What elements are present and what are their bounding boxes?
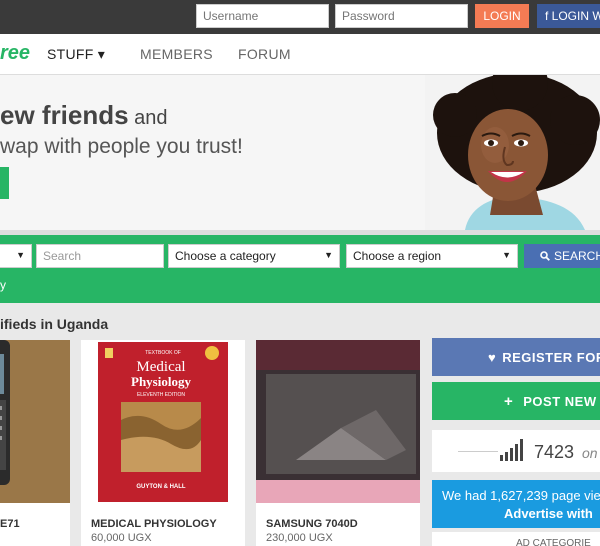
heart-icon: ♥ xyxy=(488,349,497,365)
hero-subline: wap with people you trust! xyxy=(0,135,243,158)
listing-price: 230,000 UGX xyxy=(266,532,333,544)
listing-card[interactable]: TEXTBOOK OF Medical Physiology ELEVENTH … xyxy=(81,340,245,546)
top-login-bar: LOGIN f LOGIN W xyxy=(0,0,600,34)
stats-suffix: on xyxy=(582,445,598,461)
hero-headline-bold: ew friends xyxy=(0,100,129,130)
register-button-label: REGISTER FOR xyxy=(502,349,600,365)
plus-icon: + xyxy=(504,392,514,410)
ad-categories-header: AD CATEGORIE xyxy=(432,532,600,546)
category-select-label: Choose a category xyxy=(175,249,276,263)
chevron-down-icon: ▼ xyxy=(324,250,333,260)
divider xyxy=(458,451,498,452)
password-input[interactable] xyxy=(335,4,468,28)
search-button[interactable]: SEARCH xyxy=(524,244,600,268)
chevron-down-icon: ▼ xyxy=(16,250,25,260)
listing-card[interactable]: SAMSUNG 7040D 230,000 UGX xyxy=(256,340,420,546)
listing-title[interactable]: E71 xyxy=(0,518,20,530)
online-stats-panel: 7423 on xyxy=(432,430,600,472)
book-authors: GUYTON & HALL xyxy=(136,484,186,490)
page-views-banner[interactable]: We had 1,627,239 page vie Advertise with xyxy=(432,480,600,528)
search-bar: ▼ Search Choose a category ▼ Choose a reg… xyxy=(0,235,600,303)
hero-headline: ew friends and xyxy=(0,100,168,131)
nav-item-members[interactable]: MEMBERS xyxy=(140,46,213,62)
hero-cta-button[interactable] xyxy=(0,167,9,199)
chevron-down-icon: ▼ xyxy=(502,250,511,260)
listing-title[interactable]: MEDICAL PHYSIOLOGY xyxy=(91,518,217,530)
main-nav: ree STUFF ▾ MEMBERS FORUM xyxy=(0,34,600,75)
listing-image: TEXTBOOK OF Medical Physiology ELEVENTH … xyxy=(81,340,245,503)
post-new-ad-button[interactable]: + POST NEW xyxy=(432,382,600,420)
site-logo[interactable]: ree xyxy=(0,42,30,65)
page-views-text: We had 1,627,239 page vie xyxy=(442,488,600,503)
username-input[interactable] xyxy=(196,4,329,28)
register-button[interactable]: ♥ REGISTER FOR xyxy=(432,338,600,376)
stats-number: 7423 xyxy=(534,442,575,462)
post-button-label: POST NEW xyxy=(523,393,597,409)
listing-title[interactable]: SAMSUNG 7040D xyxy=(266,518,358,530)
nav-item-stuff[interactable]: STUFF ▾ xyxy=(47,46,105,63)
category-select[interactable]: Choose a category ▼ xyxy=(168,244,340,268)
region-select-label: Choose a region xyxy=(353,249,442,263)
ad-categories-label: AD CATEGORIE xyxy=(516,538,591,546)
book-edition: ELEVENTH EDITION xyxy=(137,392,185,398)
listing-image xyxy=(256,340,420,503)
hero-woman-photo xyxy=(425,75,600,230)
region-select[interactable]: Choose a region ▼ xyxy=(346,244,518,268)
search-type-select[interactable]: ▼ xyxy=(0,244,32,268)
search-button-label: SEARCH xyxy=(554,249,600,263)
book-title-line2: Physiology xyxy=(131,374,191,389)
book-title-line1: Medical xyxy=(136,359,185,375)
login-button[interactable]: LOGIN xyxy=(475,4,529,28)
listing-card[interactable]: E71 xyxy=(0,340,70,546)
nav-item-forum[interactable]: FORUM xyxy=(238,46,291,62)
advertise-link[interactable]: Advertise with xyxy=(504,506,593,521)
listing-image xyxy=(0,340,70,503)
facebook-login-button[interactable]: f LOGIN W xyxy=(537,4,600,28)
hero-banner: ew friends and wap with people you trust… xyxy=(0,75,600,230)
search-input[interactable]: Search xyxy=(36,244,164,268)
search-icon xyxy=(540,251,550,261)
signal-bars-icon xyxy=(500,439,523,461)
search-advanced-link[interactable]: y xyxy=(0,278,6,292)
book-top-text: TEXTBOOK OF xyxy=(145,350,181,356)
listings-section-title: ifieds in Uganda xyxy=(0,316,109,332)
hero-headline-and: and xyxy=(128,107,168,129)
listing-price: 60,000 UGX xyxy=(91,532,152,544)
